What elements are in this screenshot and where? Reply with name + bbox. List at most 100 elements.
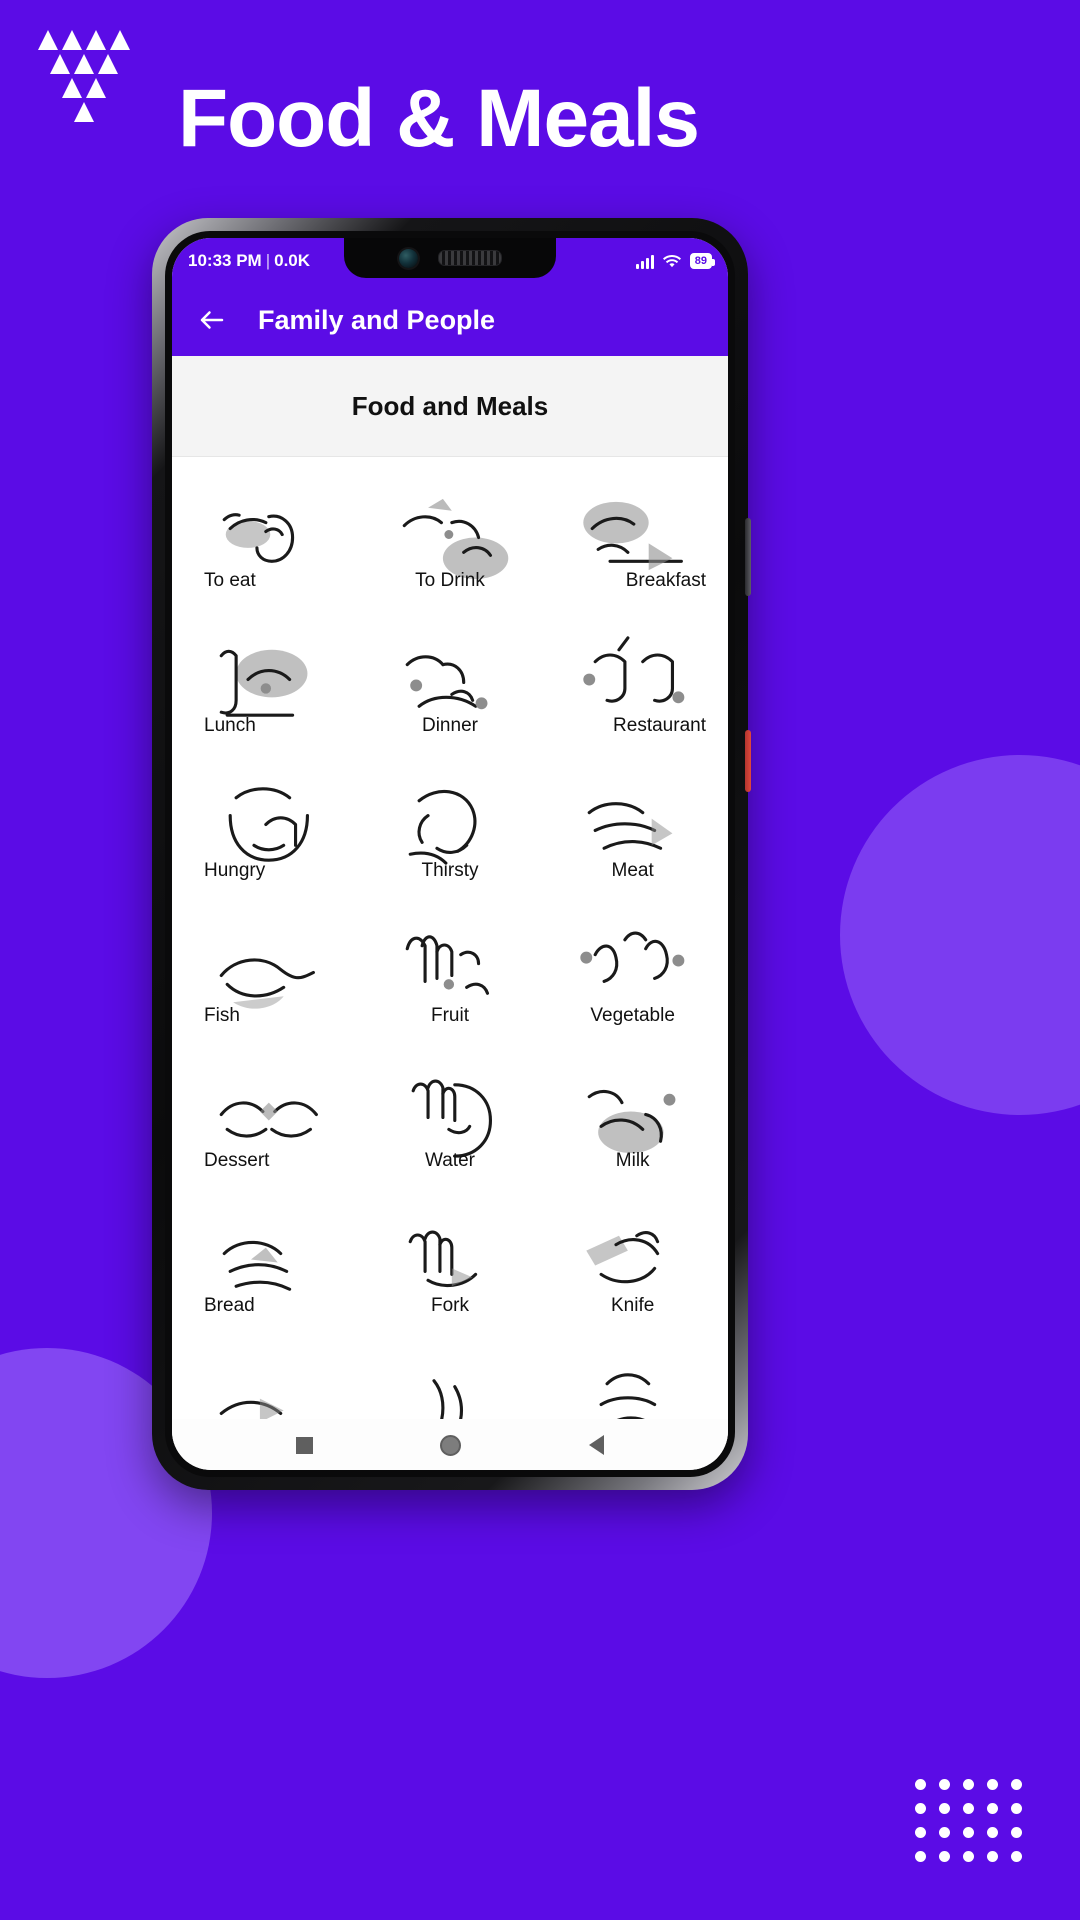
decorative-dot bbox=[939, 1851, 950, 1862]
sign-grid-item[interactable]: Fish bbox=[176, 898, 359, 1043]
decorative-dot bbox=[963, 1803, 974, 1814]
sign-grid-item[interactable]: Restaurant bbox=[541, 608, 724, 753]
android-nav-bar bbox=[172, 1419, 728, 1470]
sign-grid-scroll-area[interactable]: To eat To Drink Breakfast Lunch Dinner Restau… bbox=[172, 457, 728, 1419]
sign-label: Hungry bbox=[204, 860, 266, 881]
sign-illustration bbox=[359, 1354, 542, 1419]
sign-grid-item[interactable] bbox=[176, 1333, 359, 1419]
decorative-dot bbox=[963, 1851, 974, 1862]
page-title: Food & Meals bbox=[178, 73, 700, 164]
battery-level: 89 bbox=[694, 255, 707, 267]
sign-grid-item[interactable]: Breakfast bbox=[541, 463, 724, 608]
logo-triangle bbox=[50, 54, 70, 74]
decorative-dot bbox=[963, 1827, 974, 1838]
logo-triangle bbox=[74, 54, 94, 74]
status-data-rate: 0.0K bbox=[274, 251, 311, 270]
decorative-dot bbox=[939, 1779, 950, 1790]
logo-triangle bbox=[62, 30, 82, 50]
sign-label: Breakfast bbox=[625, 570, 706, 591]
sign-grid-item[interactable]: Water bbox=[359, 1043, 542, 1188]
sign-label: Bread bbox=[204, 1295, 255, 1316]
phone-screen: 10:33 PM | 0.0K 89 Family and People Foo… bbox=[172, 238, 728, 1470]
app-bar: Family and People bbox=[172, 284, 728, 356]
sign-label: Vegetable bbox=[590, 1005, 675, 1026]
triangle-cluster-logo bbox=[36, 30, 132, 122]
battery-indicator: 89 bbox=[689, 253, 716, 269]
decorative-dot bbox=[1011, 1803, 1022, 1814]
signal-bars-icon bbox=[635, 254, 654, 269]
decorative-dot bbox=[915, 1827, 926, 1838]
logo-triangle bbox=[110, 30, 130, 50]
sign-grid-item[interactable]: To Drink bbox=[359, 463, 542, 608]
sign-grid-item[interactable]: Dessert bbox=[176, 1043, 359, 1188]
sign-grid-item[interactable]: To eat bbox=[176, 463, 359, 608]
logo-triangle bbox=[86, 30, 106, 50]
phone-bezel: 10:33 PM | 0.0K 89 Family and People Foo… bbox=[165, 231, 735, 1477]
decorative-dot bbox=[1011, 1851, 1022, 1862]
sign-label: To Drink bbox=[415, 570, 485, 591]
logo-triangle bbox=[98, 54, 118, 74]
status-left: 10:33 PM | 0.0K bbox=[188, 251, 310, 271]
app-bar-title: Family and People bbox=[258, 304, 496, 335]
square-recents-icon[interactable] bbox=[295, 1436, 313, 1454]
power-button[interactable] bbox=[745, 518, 751, 596]
sign-grid-item[interactable]: Meat bbox=[541, 753, 724, 898]
logo-triangle bbox=[62, 78, 82, 98]
logo-triangle bbox=[86, 78, 106, 98]
decorative-dot bbox=[915, 1803, 926, 1814]
sign-label: Fruit bbox=[430, 1005, 469, 1026]
sign-grid-item[interactable]: Lunch bbox=[176, 608, 359, 753]
sign-label: Knife bbox=[611, 1295, 655, 1316]
decorative-dot bbox=[987, 1851, 998, 1862]
sign-label: Dinner bbox=[421, 715, 478, 736]
decorative-dot bbox=[987, 1827, 998, 1838]
section-header: Food and Meals bbox=[172, 356, 728, 457]
sign-grid-item[interactable]: Bread bbox=[176, 1188, 359, 1333]
decorative-circle-right bbox=[840, 755, 1080, 1115]
phone-mockup: 10:33 PM | 0.0K 89 Family and People Foo… bbox=[152, 218, 751, 1490]
decorative-dot bbox=[987, 1779, 998, 1790]
sign-grid-item[interactable]: Knife bbox=[541, 1188, 724, 1333]
sign-label: To eat bbox=[204, 570, 256, 591]
status-time: 10:33 PM bbox=[188, 251, 262, 270]
status-separator: | bbox=[265, 251, 271, 270]
sign-label: Dessert bbox=[204, 1150, 270, 1171]
sign-grid-item[interactable]: Thirsty bbox=[359, 753, 542, 898]
decorative-dot bbox=[939, 1803, 950, 1814]
volume-button[interactable] bbox=[745, 730, 751, 792]
sign-grid-item[interactable]: Hungry bbox=[176, 753, 359, 898]
sign-label: Lunch bbox=[204, 715, 256, 736]
sign-grid-item[interactable]: Fruit bbox=[359, 898, 542, 1043]
decorative-dot bbox=[915, 1779, 926, 1790]
sign-grid-item[interactable]: Vegetable bbox=[541, 898, 724, 1043]
sign-grid-item[interactable] bbox=[541, 1333, 724, 1419]
decorative-dot bbox=[1011, 1779, 1022, 1790]
sign-grid-item[interactable]: Fork bbox=[359, 1188, 542, 1333]
logo-triangle bbox=[38, 30, 58, 50]
sign-illustration bbox=[541, 1354, 724, 1419]
sign-label: Water bbox=[425, 1150, 475, 1171]
sign-label: Restaurant bbox=[613, 715, 706, 736]
status-right: 89 bbox=[635, 253, 716, 269]
logo-triangle bbox=[74, 102, 94, 122]
sign-label: Thirsty bbox=[421, 860, 479, 881]
sign-grid: To eat To Drink Breakfast Lunch Dinner Restau… bbox=[172, 457, 728, 1419]
sign-label: Meat bbox=[611, 860, 654, 881]
decorative-dot bbox=[1011, 1827, 1022, 1838]
triangle-back-icon[interactable] bbox=[589, 1435, 605, 1455]
circle-home-icon[interactable] bbox=[440, 1434, 462, 1456]
sign-label: Fish bbox=[204, 1005, 240, 1026]
sign-grid-item[interactable] bbox=[359, 1333, 542, 1419]
decorative-dot bbox=[939, 1827, 950, 1838]
front-camera-icon bbox=[398, 248, 418, 268]
sign-illustration bbox=[176, 1354, 359, 1419]
sign-grid-item[interactable]: Milk bbox=[541, 1043, 724, 1188]
dot-grid-decoration bbox=[915, 1779, 1022, 1862]
decorative-dot bbox=[963, 1779, 974, 1790]
decorative-dot bbox=[915, 1851, 926, 1862]
sign-label: Milk bbox=[615, 1150, 650, 1171]
sign-grid-item[interactable]: Dinner bbox=[359, 608, 542, 753]
back-arrow-icon[interactable] bbox=[190, 298, 234, 342]
earpiece-speaker-icon bbox=[437, 250, 502, 266]
decorative-dot bbox=[987, 1803, 998, 1814]
